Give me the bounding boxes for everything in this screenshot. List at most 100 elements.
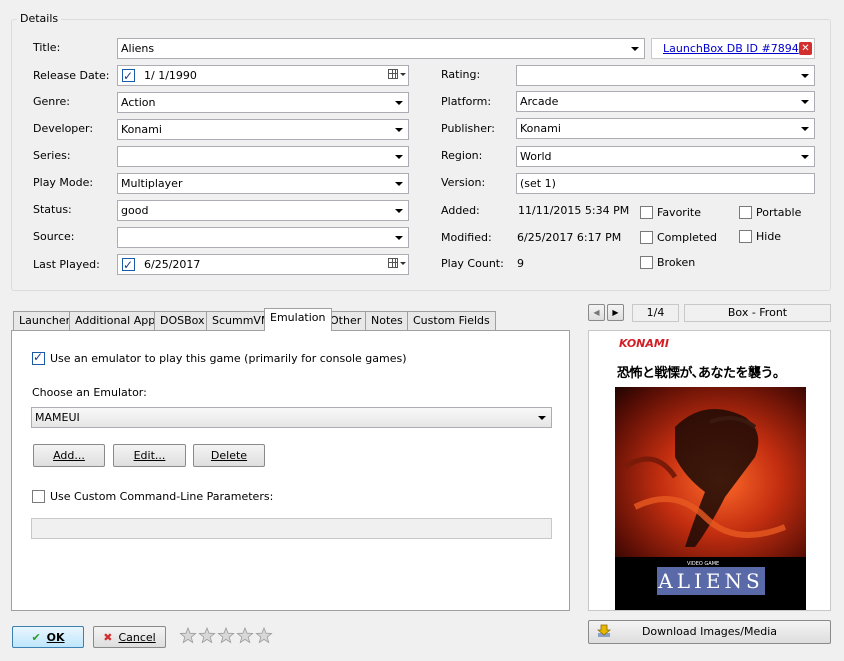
add-emulator-label: Add...	[53, 449, 85, 462]
prev-image-button[interactable]: ◀	[588, 304, 605, 321]
platform-combo[interactable]: Arcade	[516, 91, 815, 112]
portable-label: Portable	[756, 206, 802, 219]
edit-emulator-button[interactable]: Edit...	[113, 444, 186, 467]
publisher-combo[interactable]: Konami	[516, 118, 815, 139]
arrow-right-icon: ▶	[612, 308, 619, 317]
status-combo[interactable]: good	[117, 200, 409, 221]
completed-checkbox[interactable]	[640, 231, 653, 244]
favorite-label: Favorite	[657, 206, 701, 219]
play-mode-combo[interactable]: Multiplayer	[117, 173, 409, 194]
title-label: Title:	[33, 41, 61, 54]
hide-label: Hide	[756, 230, 782, 243]
broken-label: Broken	[657, 256, 696, 269]
cancel-x-icon: ✖	[103, 631, 113, 644]
version-label: Version:	[441, 176, 486, 189]
genre-label: Genre:	[33, 95, 71, 108]
star-icon[interactable]	[198, 626, 216, 644]
star-icon[interactable]	[236, 626, 254, 644]
custom-cmd-checkbox[interactable]	[32, 490, 45, 503]
portable-checkbox[interactable]	[739, 206, 752, 219]
calendar-icon[interactable]	[388, 258, 406, 271]
emulator-value: MAMEUI	[35, 411, 80, 424]
release-date-value: 1/ 1/1990	[144, 69, 197, 82]
series-label: Series:	[33, 149, 71, 162]
download-media-button[interactable]: Download Images/Media	[588, 620, 831, 644]
image-counter: 1/4	[632, 304, 679, 322]
details-group-title: Details	[17, 12, 62, 25]
star-rating[interactable]	[179, 626, 274, 645]
delete-emulator-label: Delete	[210, 449, 248, 462]
download-media-label: Download Images/Media	[641, 625, 778, 638]
emulation-panel	[11, 330, 570, 611]
custom-cmd-label: Use Custom Command-Line Parameters:	[50, 490, 274, 503]
status-label: Status:	[33, 203, 72, 216]
star-icon[interactable]	[179, 626, 197, 644]
cancel-label: Cancel	[118, 631, 156, 644]
release-date-picker[interactable]: 1/ 1/1990	[117, 65, 409, 86]
publisher-label: Publisher:	[441, 122, 496, 135]
broken-checkbox[interactable]	[640, 256, 653, 269]
tab-notes[interactable]: Notes	[365, 311, 409, 330]
modified-value: 6/25/2017 6:17 PM	[517, 231, 622, 244]
star-rating-graphic	[179, 626, 273, 644]
box-art-image[interactable]: KONAMI 恐怖と戦慄が､あなたを襲う｡ VIDEO GAME ALIENS	[615, 333, 806, 610]
modified-label: Modified:	[441, 231, 492, 244]
cover-title-band: 恐怖と戦慄が､あなたを襲う｡	[615, 359, 806, 387]
play-count-label: Play Count:	[441, 257, 504, 270]
genre-value: Action	[121, 96, 156, 109]
edit-emulator-label: Edit...	[133, 449, 166, 462]
db-link-box: LaunchBox DB ID #7894 ✕	[651, 38, 815, 59]
konami-logo: KONAMI	[619, 337, 669, 350]
delete-emulator-button[interactable]: Delete	[193, 444, 265, 467]
release-date-label: Release Date:	[33, 69, 110, 82]
arrow-left-icon: ◀	[593, 308, 600, 317]
source-label: Source:	[33, 230, 75, 243]
star-icon[interactable]	[255, 626, 273, 644]
use-emulator-checkbox[interactable]	[32, 350, 45, 365]
last-played-value: 6/25/2017	[144, 258, 201, 271]
tab-additional-apps[interactable]: Additional Apps	[69, 311, 167, 330]
release-date-checkbox[interactable]	[122, 67, 135, 85]
star-icon[interactable]	[217, 626, 235, 644]
publisher-value: Konami	[520, 122, 561, 135]
added-label: Added:	[441, 204, 480, 217]
source-combo[interactable]	[117, 227, 409, 248]
checkmark-icon: ✔	[31, 631, 41, 644]
hide-checkbox[interactable]	[739, 230, 752, 243]
genre-combo[interactable]: Action	[117, 92, 409, 113]
favorite-checkbox[interactable]	[640, 206, 653, 219]
tab-dosbox[interactable]: DOSBox	[154, 311, 211, 330]
tab-custom-fields[interactable]: Custom Fields	[407, 311, 496, 330]
rating-combo[interactable]	[516, 65, 815, 86]
developer-combo[interactable]: Konami	[117, 119, 409, 140]
emulator-select[interactable]: MAMEUI	[31, 407, 552, 428]
cover-artwork	[615, 387, 806, 557]
title-combo[interactable]: Aliens	[117, 38, 645, 59]
calendar-icon[interactable]	[388, 69, 406, 82]
use-emulator-label: Use an emulator to play this game (prima…	[50, 352, 407, 365]
download-icon	[596, 624, 612, 638]
tab-launcher[interactable]: Launcher	[13, 311, 77, 330]
launchbox-db-link[interactable]: LaunchBox DB ID #7894	[663, 42, 799, 55]
last-played-checkbox[interactable]	[122, 256, 135, 274]
last-played-picker[interactable]: 6/25/2017	[117, 254, 409, 275]
platform-label: Platform:	[441, 95, 492, 108]
choose-emulator-label: Choose an Emulator:	[32, 386, 147, 399]
developer-label: Developer:	[33, 122, 94, 135]
custom-cmd-input[interactable]	[31, 518, 552, 539]
last-played-label: Last Played:	[33, 258, 100, 271]
next-image-button[interactable]: ▶	[607, 304, 624, 321]
region-combo[interactable]: World	[516, 146, 815, 167]
ok-button[interactable]: ✔ OK	[12, 626, 84, 648]
version-input[interactable]: (set 1)	[516, 173, 815, 194]
cancel-button[interactable]: ✖ Cancel	[93, 626, 166, 648]
add-emulator-button[interactable]: Add...	[33, 444, 105, 467]
region-label: Region:	[441, 149, 483, 162]
box-art-frame: KONAMI 恐怖と戦慄が､あなたを襲う｡ VIDEO GAME ALIENS	[588, 330, 831, 611]
aliens-logo: ALIENS	[657, 567, 765, 595]
series-combo[interactable]	[117, 146, 409, 167]
ok-label: OK	[46, 631, 65, 644]
tab-emulation[interactable]: Emulation	[264, 308, 332, 331]
remove-link-icon[interactable]: ✕	[799, 42, 812, 55]
completed-label: Completed	[657, 231, 717, 244]
